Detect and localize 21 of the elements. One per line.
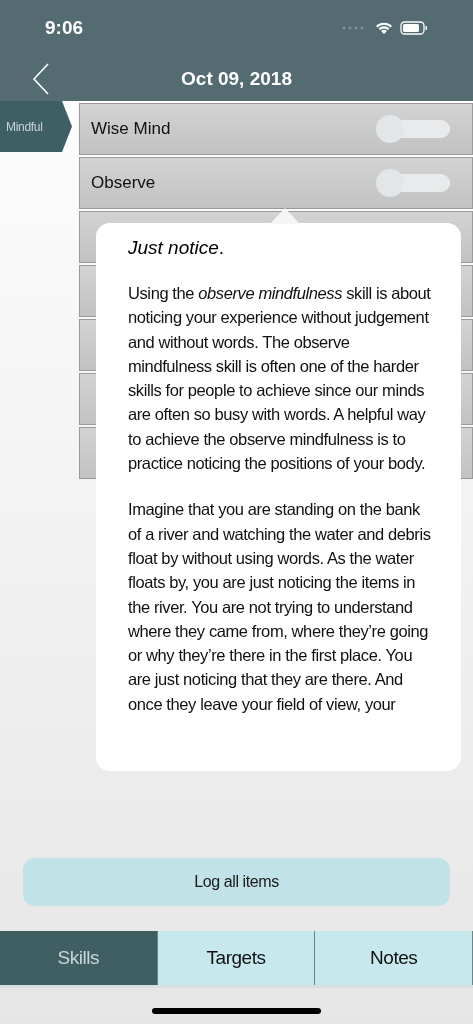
skill-row[interactable]: Observe xyxy=(79,157,473,209)
nav-title: Oct 09, 2018 xyxy=(181,67,292,92)
status-time: 9:06 xyxy=(45,16,84,40)
toggle-switch[interactable] xyxy=(376,115,450,143)
skill-label: Observe xyxy=(91,172,156,195)
popover-paragraph: Imagine that you are standing on the bank of a river and watching the water and debris float by without using words. As the water floats by, you are just noticing the items in the river. You are not trying to understand where they came from, where they’re going or why they’re there in the first place. You are just noticing that they are there. And once they leave your field of view, your xyxy=(128,499,432,715)
toggle-switch[interactable] xyxy=(376,169,450,197)
skill-row[interactable]: Wise Mind xyxy=(79,103,473,155)
back-button[interactable] xyxy=(32,62,50,95)
popover-paragraph: Using the observe mindfulness skill is about noticing your experience without judgement and without words. The observe mindfulness skill is often one of the harder skills for people to achieve since our minds are often so busy with words. A helpful way to achieve the observe mindfulness is to practice noticing the positions of your body. xyxy=(128,283,432,475)
back-icon xyxy=(32,62,50,95)
tab[interactable]: Notes xyxy=(315,931,473,985)
battery-icon xyxy=(400,21,428,36)
category-label: Mindful xyxy=(6,118,43,136)
wifi-icon xyxy=(375,21,393,36)
log-all-items-button[interactable]: Log all items xyxy=(23,858,450,906)
tab[interactable]: Skills xyxy=(0,931,158,985)
category-tab[interactable]: Mindful xyxy=(0,101,72,152)
skill-label: Wise Mind xyxy=(91,118,171,141)
popover-title: Just notice. xyxy=(128,236,226,260)
tab[interactable]: Targets xyxy=(157,931,316,985)
